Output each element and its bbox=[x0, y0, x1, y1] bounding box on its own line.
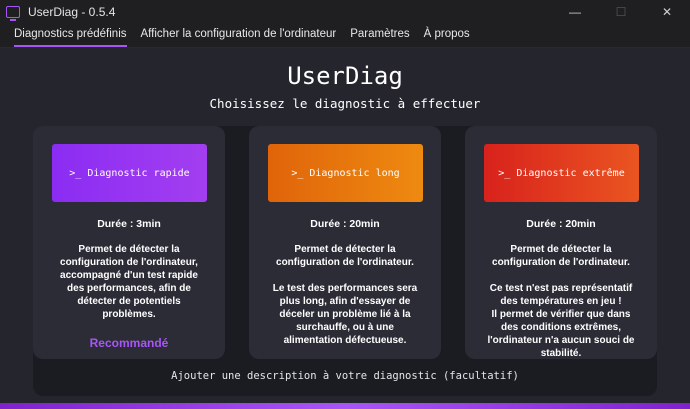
app-monitor-icon bbox=[6, 6, 20, 21]
recommended-badge: Recommandé bbox=[89, 336, 169, 350]
tab-bar: Diagnostics prédéfinis Afficher la confi… bbox=[0, 24, 690, 48]
tab-predefined-diagnostics[interactable]: Diagnostics prédéfinis bbox=[7, 24, 134, 47]
page-subtitle: Choisissez le diagnostic à effectuer bbox=[209, 96, 481, 111]
window-controls: — ☐ ✕ bbox=[552, 0, 690, 24]
tab-settings[interactable]: Paramètres bbox=[343, 24, 416, 47]
maximize-button[interactable]: ☐ bbox=[598, 0, 644, 24]
card-description: Permet de détecter la configuration de l… bbox=[272, 244, 418, 346]
tab-computer-configuration[interactable]: Afficher la configuration de l'ordinateu… bbox=[134, 24, 344, 47]
close-button[interactable]: ✕ bbox=[644, 0, 690, 24]
window-title: UserDiag - 0.5.4 bbox=[28, 5, 116, 19]
card-description: Permet de détecter la configuration de l… bbox=[60, 244, 198, 320]
card-description: Permet de détecter la configuration de l… bbox=[487, 244, 635, 359]
minimize-button[interactable]: — bbox=[552, 0, 598, 24]
tab-about[interactable]: À propos bbox=[417, 24, 477, 47]
main-content: UserDiag Choisissez le diagnostic à effe… bbox=[0, 48, 690, 409]
card-extreme-diagnostic: >_ Diagnostic extrême Durée : 20min Perm… bbox=[465, 126, 657, 359]
duration-label: Durée : 20min bbox=[526, 218, 596, 230]
title-bar: UserDiag - 0.5.4 — ☐ ✕ bbox=[0, 0, 690, 24]
bottom-accent-bar bbox=[0, 403, 690, 409]
duration-label: Durée : 20min bbox=[310, 218, 380, 230]
card-long-diagnostic: >_ Diagnostic long Durée : 20min Permet … bbox=[249, 126, 441, 359]
quick-diagnostic-button[interactable]: >_ Diagnostic rapide bbox=[52, 144, 207, 202]
long-diagnostic-button[interactable]: >_ Diagnostic long bbox=[268, 144, 423, 202]
duration-label: Durée : 3min bbox=[97, 218, 161, 230]
page-title: UserDiag bbox=[287, 62, 403, 90]
extreme-diagnostic-button[interactable]: >_ Diagnostic extrême bbox=[484, 144, 639, 202]
add-description-link[interactable]: Ajouter une description à votre diagnost… bbox=[0, 370, 690, 382]
card-quick-diagnostic: >_ Diagnostic rapide Durée : 3min Permet… bbox=[33, 126, 225, 359]
